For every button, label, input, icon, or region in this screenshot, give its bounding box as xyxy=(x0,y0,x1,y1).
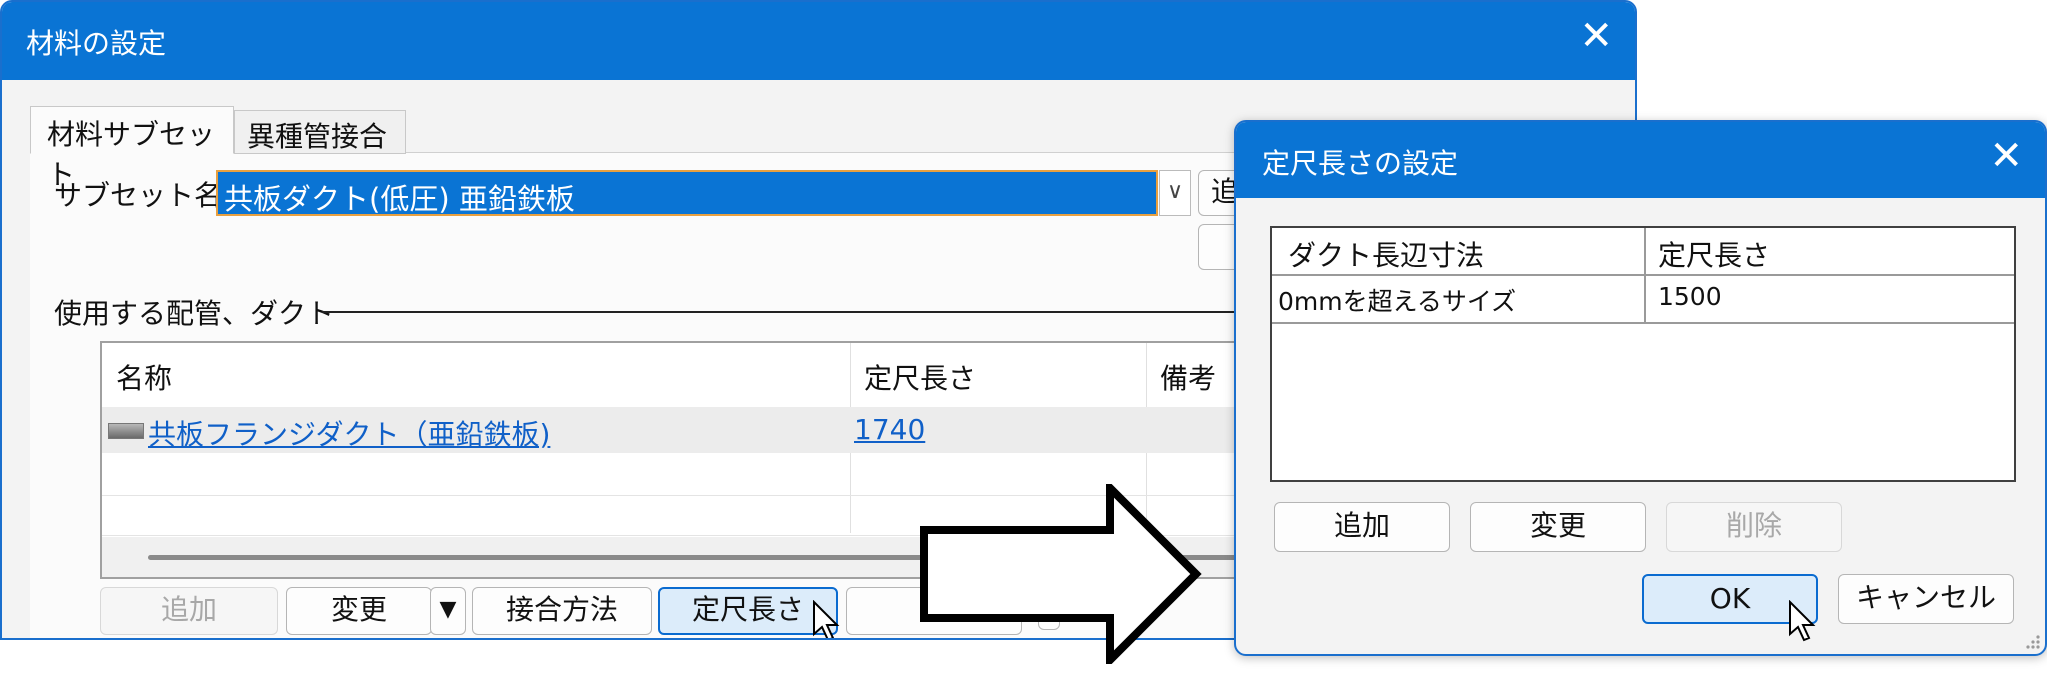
triangle-down-icon: ▼ xyxy=(439,597,457,622)
table-row[interactable]: 共板フランジダクト（亜鉛鉄板) 1740 xyxy=(102,407,1338,453)
dialog-title: 定尺長さの設定 xyxy=(1262,147,1459,180)
header-fixed-length[interactable]: 定尺長さ xyxy=(864,357,976,397)
mouse-pointer-icon xyxy=(813,600,840,638)
group-divider xyxy=(322,311,1322,313)
dialog-change-button-label: 変更 xyxy=(1529,509,1586,542)
dialog-change-button[interactable]: 変更 xyxy=(1470,502,1646,552)
tab-heterogeneous-joint[interactable]: 異種管接合 xyxy=(234,110,406,154)
ok-button-label: OK xyxy=(1709,582,1751,615)
fixed-length-settings-dialog: 定尺長さの設定 ✕ ダクト長辺寸法 定尺長さ 0mmを超えるサイズ 1500 追… xyxy=(1234,120,2047,656)
arrow-right-icon xyxy=(920,484,1202,664)
dialog-delete-button-label: 削除 xyxy=(1725,509,1782,542)
chevron-down-icon[interactable]: ∨ xyxy=(1159,170,1191,216)
window-title: 材料の設定 xyxy=(26,27,167,60)
tab-heterogeneous-joint-label: 異種管接合 xyxy=(247,120,388,153)
row-length-cell[interactable]: 1500 xyxy=(1658,282,1722,311)
row-name-link[interactable]: 共板フランジダクト（亜鉛鉄板) xyxy=(148,413,550,453)
mouse-pointer-icon xyxy=(1789,600,1816,642)
change-button-label: 変更 xyxy=(330,593,387,626)
add-button-label: 追加 xyxy=(160,593,217,626)
header-name[interactable]: 名称 xyxy=(116,357,172,397)
joint-method-button-label: 接合方法 xyxy=(505,593,618,626)
title-bar: 材料の設定 ✕ xyxy=(2,2,1635,80)
row-size-cell[interactable]: 0mmを超えるサイズ xyxy=(1278,282,1516,318)
tab-material-subset[interactable]: 材料サブセット xyxy=(30,106,234,191)
grid-header: 名称 定尺長さ 備考 xyxy=(102,343,1338,408)
group-label: 使用する配管、ダクト xyxy=(54,297,335,330)
subset-name-value: 共板ダクト(低圧) 亜鉛鉄板 xyxy=(224,182,575,216)
cancel-button-label: キャンセル xyxy=(1855,581,1996,614)
header-remarks[interactable]: 備考 xyxy=(1160,357,1216,397)
add-button[interactable]: 追加 xyxy=(100,587,278,635)
cancel-button[interactable]: キャンセル xyxy=(1838,574,2014,624)
row-length-link[interactable]: 1740 xyxy=(854,413,925,446)
subset-name-label: サブセット名 xyxy=(54,179,223,212)
header-duct-long-side[interactable]: ダクト長辺寸法 xyxy=(1288,234,1484,274)
grid-header: ダクト長辺寸法 定尺長さ xyxy=(1272,228,2014,276)
change-button[interactable]: 変更 xyxy=(286,587,432,635)
close-icon[interactable]: ✕ xyxy=(1579,16,1613,56)
fixed-length-grid[interactable]: ダクト長辺寸法 定尺長さ 0mmを超えるサイズ 1500 xyxy=(1270,226,2016,482)
fixed-length-button-label: 定尺長さ xyxy=(691,593,804,626)
fixed-length-button[interactable]: 定尺長さ xyxy=(658,587,838,635)
joint-method-button[interactable]: 接合方法 xyxy=(472,587,652,635)
change-dropdown-button[interactable]: ▼ xyxy=(430,587,466,635)
resize-grip-icon[interactable] xyxy=(2023,632,2041,650)
table-row[interactable]: 0mmを超えるサイズ 1500 xyxy=(1272,274,2014,324)
dialog-add-button-label: 追加 xyxy=(1333,509,1390,542)
column-divider xyxy=(1644,228,1646,322)
header-fixed-length[interactable]: 定尺長さ xyxy=(1658,234,1770,274)
close-icon[interactable]: ✕ xyxy=(1989,136,2023,176)
dialog-delete-button[interactable]: 削除 xyxy=(1666,502,1842,552)
duct-material-icon xyxy=(108,423,144,439)
dialog-add-button[interactable]: 追加 xyxy=(1274,502,1450,552)
subset-name-combobox[interactable]: 共板ダクト(低圧) 亜鉛鉄板 xyxy=(216,170,1158,216)
dialog-title-bar: 定尺長さの設定 ✕ xyxy=(1236,122,2045,198)
